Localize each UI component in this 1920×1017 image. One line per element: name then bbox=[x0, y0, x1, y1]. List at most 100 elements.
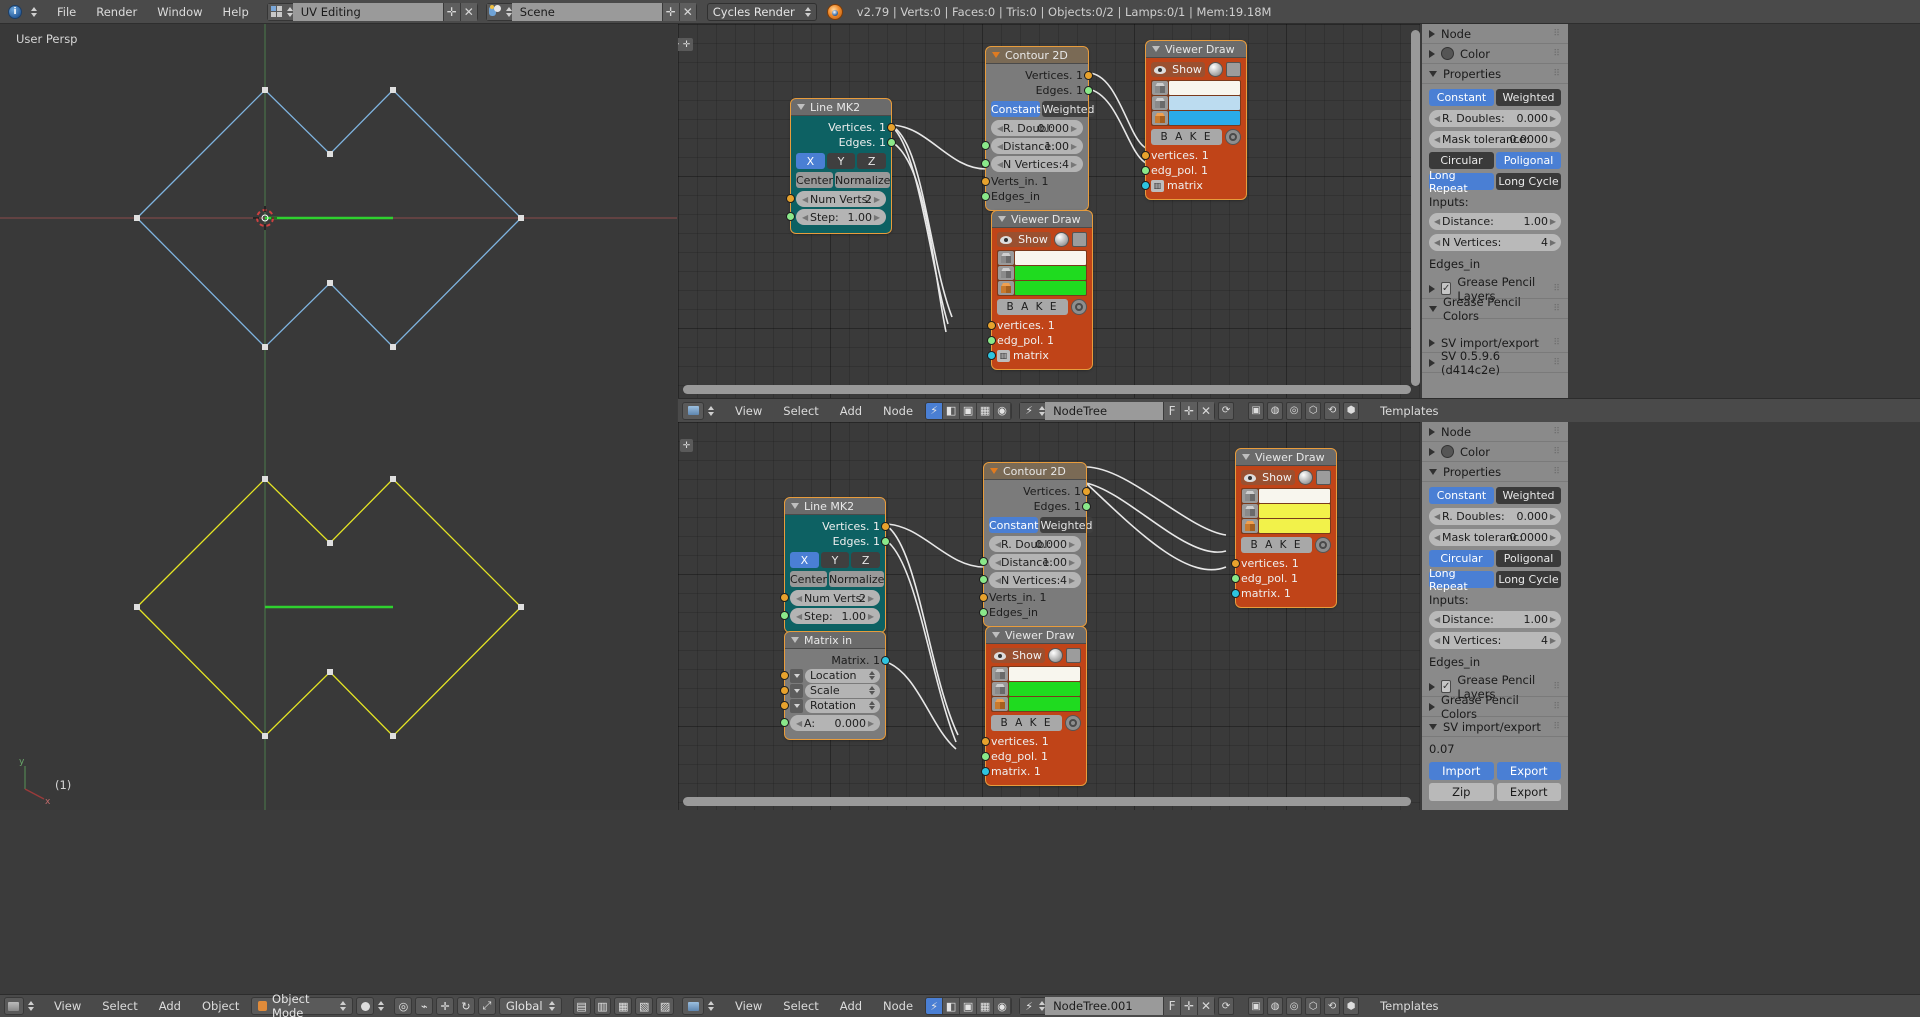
scene-name[interactable]: Scene bbox=[511, 2, 662, 21]
layer-button-5[interactable]: ▨ bbox=[656, 997, 674, 1015]
panel-color-header[interactable]: Color ⠿ bbox=[1422, 442, 1568, 462]
texture-tree-button[interactable]: ▦ bbox=[977, 998, 995, 1014]
shading-flat-icon[interactable] bbox=[1316, 470, 1331, 485]
shading-sphere-icon[interactable] bbox=[1208, 62, 1223, 77]
gear-icon[interactable] bbox=[1065, 715, 1081, 731]
mask-tolerance-field[interactable]: ◀ Mask tolerance: 0.0000 ▶ bbox=[1429, 131, 1561, 148]
socket-edges-out[interactable] bbox=[887, 138, 896, 147]
socket-matrix-out[interactable] bbox=[881, 656, 890, 665]
socket-scale-in[interactable] bbox=[780, 686, 789, 695]
increment-icon[interactable]: ▶ bbox=[1550, 238, 1556, 247]
properties-panel-top[interactable]: Node ⠿ Color ⠿ Properties ⠿ Constant Wei… bbox=[1422, 24, 1568, 398]
row-location[interactable]: Location bbox=[780, 668, 880, 683]
ne2-menu-select[interactable]: Select bbox=[774, 997, 827, 1015]
face-color-swatch[interactable] bbox=[1015, 281, 1086, 295]
constant-button[interactable]: Constant bbox=[991, 101, 1041, 117]
layer-button-4[interactable]: ▧ bbox=[635, 997, 654, 1015]
constant-button[interactable]: Constant bbox=[989, 517, 1039, 533]
node-header[interactable]: Viewer Draw bbox=[1236, 449, 1336, 466]
screen-layout-selector[interactable]: UV Editing ✛ ✕ bbox=[266, 2, 478, 21]
grip-dots-icon[interactable]: ⠿ bbox=[1553, 702, 1561, 712]
blender-logo-icon[interactable]: i bbox=[2, 1, 28, 22]
input-edges-in[interactable]: Edges_in bbox=[979, 605, 1081, 620]
input-edg-pol[interactable]: edg_pol. 1 bbox=[987, 333, 1087, 348]
expand-triangle-icon[interactable] bbox=[1429, 29, 1435, 38]
field-angle[interactable]: ◀ A: 0.000 ▶ bbox=[780, 715, 880, 731]
input-matrix[interactable]: ▥ matrix bbox=[1141, 178, 1241, 193]
node-header[interactable]: Viewer Draw bbox=[1146, 41, 1246, 58]
templates-menu[interactable]: Templates bbox=[1371, 997, 1447, 1015]
collapse-triangle-icon[interactable] bbox=[992, 632, 1000, 638]
grip-dots-icon[interactable]: ⠿ bbox=[1553, 304, 1561, 314]
input-matrix[interactable]: matrix. 1 bbox=[981, 764, 1081, 779]
new-node-tree-button[interactable]: ✛ bbox=[1180, 997, 1198, 1015]
layer-button-2[interactable]: ▥ bbox=[593, 997, 612, 1015]
bake-button[interactable]: B A K E bbox=[1241, 537, 1312, 553]
input-edges-in[interactable]: Edges_in bbox=[981, 189, 1083, 204]
weighted-button[interactable]: Weighted bbox=[1042, 101, 1095, 117]
color-swatch-icon[interactable] bbox=[1441, 47, 1454, 60]
export2-button[interactable]: Export bbox=[1496, 783, 1561, 801]
add-scene-button[interactable]: ✛ bbox=[661, 2, 679, 21]
decrement-icon[interactable]: ◀ bbox=[1434, 217, 1440, 226]
color-row-face[interactable] bbox=[992, 697, 1080, 711]
proportional-button[interactable]: ◎ bbox=[1286, 997, 1303, 1015]
socket-matrix-in[interactable] bbox=[1141, 181, 1150, 190]
output-vertices[interactable]: Vertices. 1 bbox=[989, 484, 1091, 499]
increment-icon[interactable]: ▶ bbox=[1550, 114, 1556, 123]
compositor-tree-button[interactable]: ▣ bbox=[960, 402, 978, 419]
show-toggle-button[interactable]: Show bbox=[997, 232, 1051, 247]
node-tree-selector[interactable]: ⚡ NodeTree.001 F ✛ ✕ bbox=[1019, 997, 1216, 1015]
node-contour-2d-top[interactable]: Contour 2D Vertices. 1 Edges. 1 Constant… bbox=[981, 46, 1095, 211]
input-verts-in[interactable]: Verts_in. 1 bbox=[981, 174, 1083, 189]
shading-flat-icon[interactable] bbox=[1072, 232, 1087, 247]
input-edg-pol[interactable]: edg_pol. 1 bbox=[1231, 571, 1331, 586]
location-field[interactable]: Location bbox=[805, 668, 880, 683]
use-nodes-button[interactable]: ⬡ bbox=[1305, 401, 1322, 420]
location-dropdown-icon[interactable] bbox=[790, 668, 803, 683]
shader-tree-button[interactable]: ◧ bbox=[943, 402, 961, 419]
color-row-face[interactable] bbox=[1242, 519, 1330, 533]
socket-vertices-in[interactable] bbox=[981, 737, 990, 746]
distance-field[interactable]: ◀ Distance: 1.00 ▶ bbox=[1429, 213, 1561, 230]
panel-gp-colors-header[interactable]: Grease Pencil Colors ⠿ bbox=[1422, 295, 1568, 323]
decrement-icon[interactable]: ◀ bbox=[802, 195, 808, 204]
show-toggle-button[interactable]: Show bbox=[991, 648, 1045, 663]
circular-button[interactable]: Circular bbox=[1429, 152, 1494, 169]
decrement-icon[interactable]: ◀ bbox=[796, 594, 802, 603]
axis-x-button[interactable]: X bbox=[796, 153, 825, 169]
compositor-tree-button[interactable]: ▣ bbox=[960, 998, 978, 1014]
socket-vertices-out[interactable] bbox=[1082, 487, 1091, 496]
socket-matrix-in[interactable] bbox=[987, 351, 996, 360]
edge-color-swatch[interactable] bbox=[1259, 504, 1330, 518]
socket-verts-in[interactable] bbox=[981, 177, 990, 186]
output-edges[interactable]: Edges. 1 bbox=[991, 83, 1093, 98]
node-header[interactable]: Line MK2 bbox=[785, 498, 885, 515]
grip-dots-icon[interactable]: ⠿ bbox=[1553, 284, 1561, 294]
node-contour-2d-bottom[interactable]: Contour 2D Vertices. 1 Edges. 1 Constant… bbox=[979, 462, 1093, 627]
gear-icon[interactable] bbox=[1225, 129, 1241, 145]
menu-window[interactable]: Window bbox=[147, 2, 212, 22]
manipulator-scale-button[interactable]: ⤢ bbox=[477, 997, 496, 1015]
update-button[interactable]: ⟲ bbox=[1324, 997, 1341, 1015]
zip-checkbox-button[interactable]: Zip bbox=[1429, 783, 1494, 801]
increment-icon[interactable]: ▶ bbox=[1550, 217, 1556, 226]
color-row-vertex[interactable] bbox=[1242, 489, 1330, 503]
render-engine-spinner-icon[interactable] bbox=[804, 6, 811, 17]
orientation-spinner-icon[interactable] bbox=[549, 1001, 556, 1011]
ne-menu-select[interactable]: Select bbox=[774, 402, 827, 420]
grip-dots-icon[interactable]: ⠿ bbox=[1553, 69, 1561, 79]
decrement-icon[interactable]: ◀ bbox=[796, 612, 802, 621]
snap-button[interactable]: ▣ bbox=[1248, 997, 1265, 1015]
increment-icon[interactable]: ▶ bbox=[1550, 615, 1556, 624]
socket-num-verts-in[interactable] bbox=[786, 194, 795, 203]
rotation-field[interactable]: Rotation bbox=[805, 698, 880, 713]
face-color-swatch[interactable] bbox=[1259, 519, 1330, 533]
grip-dots-icon[interactable]: ⠿ bbox=[1553, 49, 1561, 59]
export-button[interactable]: Export bbox=[1496, 762, 1561, 780]
import-button[interactable]: Import bbox=[1429, 762, 1494, 780]
r-doubles-field[interactable]: ◀ R. Doubles: 0.000 ▶ bbox=[1429, 110, 1561, 127]
rotation-dropdown-icon[interactable] bbox=[790, 698, 803, 713]
texture-tree-button[interactable]: ▦ bbox=[977, 402, 995, 419]
color-swatch-icon[interactable] bbox=[1441, 445, 1454, 458]
